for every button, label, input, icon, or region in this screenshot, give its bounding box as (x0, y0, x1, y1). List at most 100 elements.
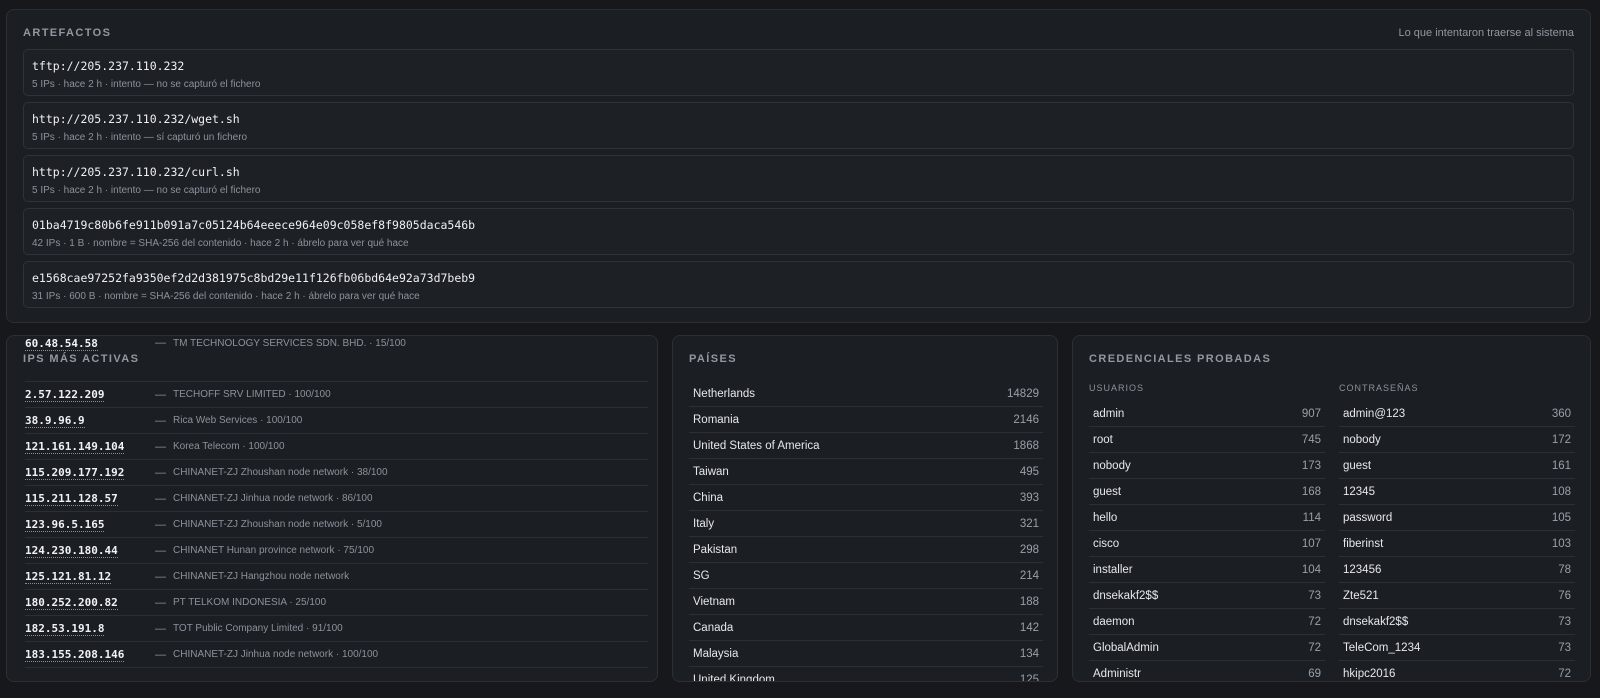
artifact-meta: 5 IPs · hace 2 h · intento — no se captu… (32, 79, 261, 90)
credentials-panel[interactable]: CREDENCIALES PROBADAS USUARIOS CONTRASEÑ… (1072, 335, 1591, 682)
ip-address[interactable]: 124.230.180.44 (25, 544, 155, 558)
countries-title: PAÍSES (689, 353, 737, 365)
artifact-card[interactable]: 01ba4719c80b6fe911b091a7c05124b64eeece96… (23, 208, 1574, 255)
country-count: 188 (1019, 595, 1039, 608)
ip-row: 182.53.191.8 — TOT Public Company Limite… (25, 616, 648, 642)
country-row: United Kingdom 125 (689, 667, 1043, 682)
ip-row: 115.211.128.57 — CHINANET-ZJ Jinhua node… (25, 486, 648, 512)
username: installer (1093, 563, 1133, 576)
ip-address[interactable]: 38.9.96.9 (25, 414, 155, 428)
country-name: Italy (693, 517, 715, 530)
top-ips-panel[interactable]: IPS MÁS ACTIVAS 60.48.54.58 — TM TECHNOL… (6, 335, 658, 682)
password-row: TeleCom_1234 73 (1339, 635, 1575, 661)
password-count: 161 (1551, 459, 1571, 472)
top-ips-title: IPS MÁS ACTIVAS (23, 353, 140, 365)
user-row: admin 907 (1089, 401, 1325, 427)
password: nobody (1343, 433, 1381, 446)
ip-info: CHINANET-ZJ Zhoushan node network · 5/10… (173, 519, 382, 530)
country-count: 2146 (1013, 413, 1039, 426)
countries-panel[interactable]: PAÍSES Netherlands 14829 Romania 2146 Unit… (672, 335, 1058, 682)
separator-dash: — (155, 596, 166, 609)
artifact-title: e1568cae97252fa9350ef2d2d381975c8bd29e11… (32, 271, 476, 285)
password: password (1343, 511, 1393, 524)
country-name: Malaysia (693, 647, 739, 660)
users-heading: USUARIOS (1089, 383, 1145, 393)
password: 12345 (1343, 485, 1375, 498)
artifact-card[interactable]: tftp://205.237.110.232 5 IPs · hace 2 h … (23, 49, 1574, 96)
artifact-meta: 5 IPs · hace 2 h · intento — sí capturó … (32, 132, 248, 143)
separator-dash: — (155, 622, 166, 635)
country-row: Pakistan 298 (689, 537, 1043, 563)
username: admin (1093, 407, 1125, 420)
username-count: 107 (1301, 537, 1321, 550)
country-list[interactable]: Netherlands 14829 Romania 2146 United Stat… (689, 381, 1043, 682)
artifact-title: http://205.237.110.232/curl.sh (32, 165, 240, 179)
username: GlobalAdmin (1093, 641, 1159, 654)
username-count: 104 (1301, 563, 1321, 576)
username-count: 114 (1302, 511, 1321, 524)
country-name: United Kingdom (693, 673, 775, 682)
password-count: 76 (1558, 589, 1571, 602)
artifact-meta: 5 IPs · hace 2 h · intento — no se captu… (32, 185, 261, 196)
user-row: cisco 107 (1089, 531, 1325, 557)
ip-address[interactable]: 115.211.128.57 (25, 492, 155, 506)
ip-info: CHINANET-ZJ Hangzhou node network (173, 571, 350, 582)
ip-address[interactable]: 115.209.177.192 (25, 466, 155, 480)
separator-dash: — (155, 440, 166, 453)
ip-info: TECHOFF SRV LIMITED · 100/100 (173, 389, 331, 400)
ip-row: 180.252.200.82 — PT TELKOM INDONESIA · 2… (25, 590, 648, 616)
artifact-card[interactable]: http://205.237.110.232/wget.sh 5 IPs · h… (23, 102, 1574, 149)
credentials-title: CREDENCIALES PROBADAS (1089, 353, 1272, 365)
username: daemon (1093, 615, 1135, 628)
ip-address[interactable]: 125.121.81.12 (25, 570, 155, 584)
country-name: Netherlands (693, 387, 756, 400)
country-name: United States of America (693, 439, 820, 452)
ip-address[interactable]: 60.48.54.58 (25, 336, 155, 351)
separator-dash: — (155, 388, 166, 401)
username-count: 69 (1308, 667, 1321, 680)
username: guest (1093, 485, 1122, 498)
username-count: 73 (1308, 589, 1321, 602)
country-row: China 393 (689, 485, 1043, 511)
ip-address[interactable]: 183.155.208.146 (25, 648, 155, 662)
country-count: 321 (1019, 517, 1039, 530)
password-row: fiberinst 103 (1339, 531, 1575, 557)
ip-row: 183.155.208.146 — CHINANET-ZJ Jinhua nod… (25, 642, 648, 668)
users-list[interactable]: admin 907 root 745 nobody 173 guest 168 hell… (1089, 401, 1325, 681)
passwords-heading: CONTRASEÑAS (1339, 383, 1419, 393)
passwords-list[interactable]: admin@123 360 nobody 172 guest 161 12345 108… (1339, 401, 1575, 681)
username: dnsekakf2$$ (1093, 589, 1159, 602)
password-count: 108 (1551, 485, 1571, 498)
username: root (1093, 433, 1113, 446)
user-row: daemon 72 (1089, 609, 1325, 635)
password-count: 103 (1551, 537, 1571, 550)
country-name: Canada (693, 621, 734, 634)
ip-address[interactable]: 182.53.191.8 (25, 622, 155, 636)
username: cisco (1093, 537, 1120, 550)
ip-address[interactable]: 180.252.200.82 (25, 596, 155, 610)
artifact-title: http://205.237.110.232/wget.sh (32, 112, 240, 126)
password: 123456 (1343, 563, 1382, 576)
artifact-card[interactable]: http://205.237.110.232/curl.sh 5 IPs · h… (23, 155, 1574, 202)
ip-address[interactable]: 2.57.122.209 (25, 388, 155, 402)
ip-row: 125.121.81.12 — CHINANET-ZJ Hangzhou nod… (25, 564, 648, 590)
country-name: Vietnam (693, 595, 735, 608)
username-count: 907 (1301, 407, 1321, 420)
password-count: 105 (1551, 511, 1571, 524)
password: admin@123 (1343, 407, 1406, 420)
password-count: 172 (1551, 433, 1571, 446)
ip-address[interactable]: 121.161.149.104 (25, 440, 155, 454)
country-name: Romania (693, 413, 740, 426)
artifacts-panel: ARTEFACTOS Lo que intentaron traerse al … (6, 9, 1591, 323)
ip-list[interactable]: 60.48.54.58 — TM TECHNOLOGY SERVICES SDN… (25, 336, 648, 668)
password-row: password 105 (1339, 505, 1575, 531)
artifacts-list: tftp://205.237.110.232 5 IPs · hace 2 h … (23, 49, 1574, 314)
user-row: dnsekakf2$$ 73 (1089, 583, 1325, 609)
username: nobody (1093, 459, 1131, 472)
country-row: Romania 2146 (689, 407, 1043, 433)
artifact-card[interactable]: e1568cae97252fa9350ef2d2d381975c8bd29e11… (23, 261, 1574, 308)
country-row: SG 214 (689, 563, 1043, 589)
country-count: 125 (1019, 673, 1039, 682)
ip-address[interactable]: 123.96.5.165 (25, 518, 155, 532)
country-name: Pakistan (693, 543, 738, 556)
